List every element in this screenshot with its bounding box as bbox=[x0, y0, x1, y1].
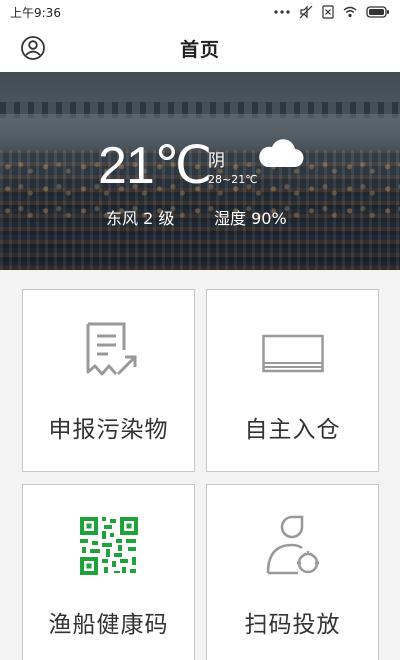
weather-banner: 21℃ 阴 28~21℃ 东风 2 级 湿度 90% bbox=[0, 72, 400, 270]
humidity-info: 湿度 90% bbox=[214, 209, 287, 228]
wind-info: 东风 2 级 bbox=[106, 209, 175, 228]
temperature: 21℃ bbox=[98, 137, 212, 195]
tile-report-pollutant[interactable]: 申报污染物 bbox=[22, 289, 195, 472]
page-title: 首页 bbox=[179, 38, 220, 61]
user-button[interactable] bbox=[20, 35, 46, 61]
user-drop-icon bbox=[266, 515, 319, 575]
user-icon bbox=[21, 36, 45, 60]
function-grid: 申报污染物 自主入仓 渔船健康码 扫码投放 bbox=[0, 270, 400, 660]
app-header: 首页 bbox=[0, 24, 400, 72]
qr-code-icon bbox=[79, 517, 138, 575]
warehouse-icon bbox=[261, 334, 324, 373]
cloud-icon bbox=[259, 139, 304, 168]
weather-condition: 阴 bbox=[208, 151, 225, 171]
status-time: 上午9:36 bbox=[10, 5, 61, 20]
more-dots-icon bbox=[274, 10, 290, 14]
tile-self-warehousing[interactable]: 自主入仓 bbox=[206, 289, 379, 472]
tile-scan-to-dispose[interactable]: 扫码投放 bbox=[206, 484, 379, 660]
tile-label: 扫码投放 bbox=[244, 612, 341, 638]
no-sim-icon bbox=[322, 5, 334, 19]
tile-label: 渔船健康码 bbox=[48, 612, 169, 638]
wifi-icon bbox=[343, 6, 357, 18]
temperature-range: 28~21℃ bbox=[208, 173, 258, 186]
report-document-icon bbox=[86, 322, 136, 376]
status-bar: 上午9:36 bbox=[0, 0, 400, 24]
tile-label: 申报污染物 bbox=[48, 417, 169, 443]
status-icons bbox=[274, 5, 390, 19]
battery-icon bbox=[366, 6, 389, 18]
mute-icon bbox=[299, 5, 313, 19]
tile-label: 自主入仓 bbox=[244, 417, 341, 443]
tile-fishing-boat-health-code[interactable]: 渔船健康码 bbox=[22, 484, 195, 660]
